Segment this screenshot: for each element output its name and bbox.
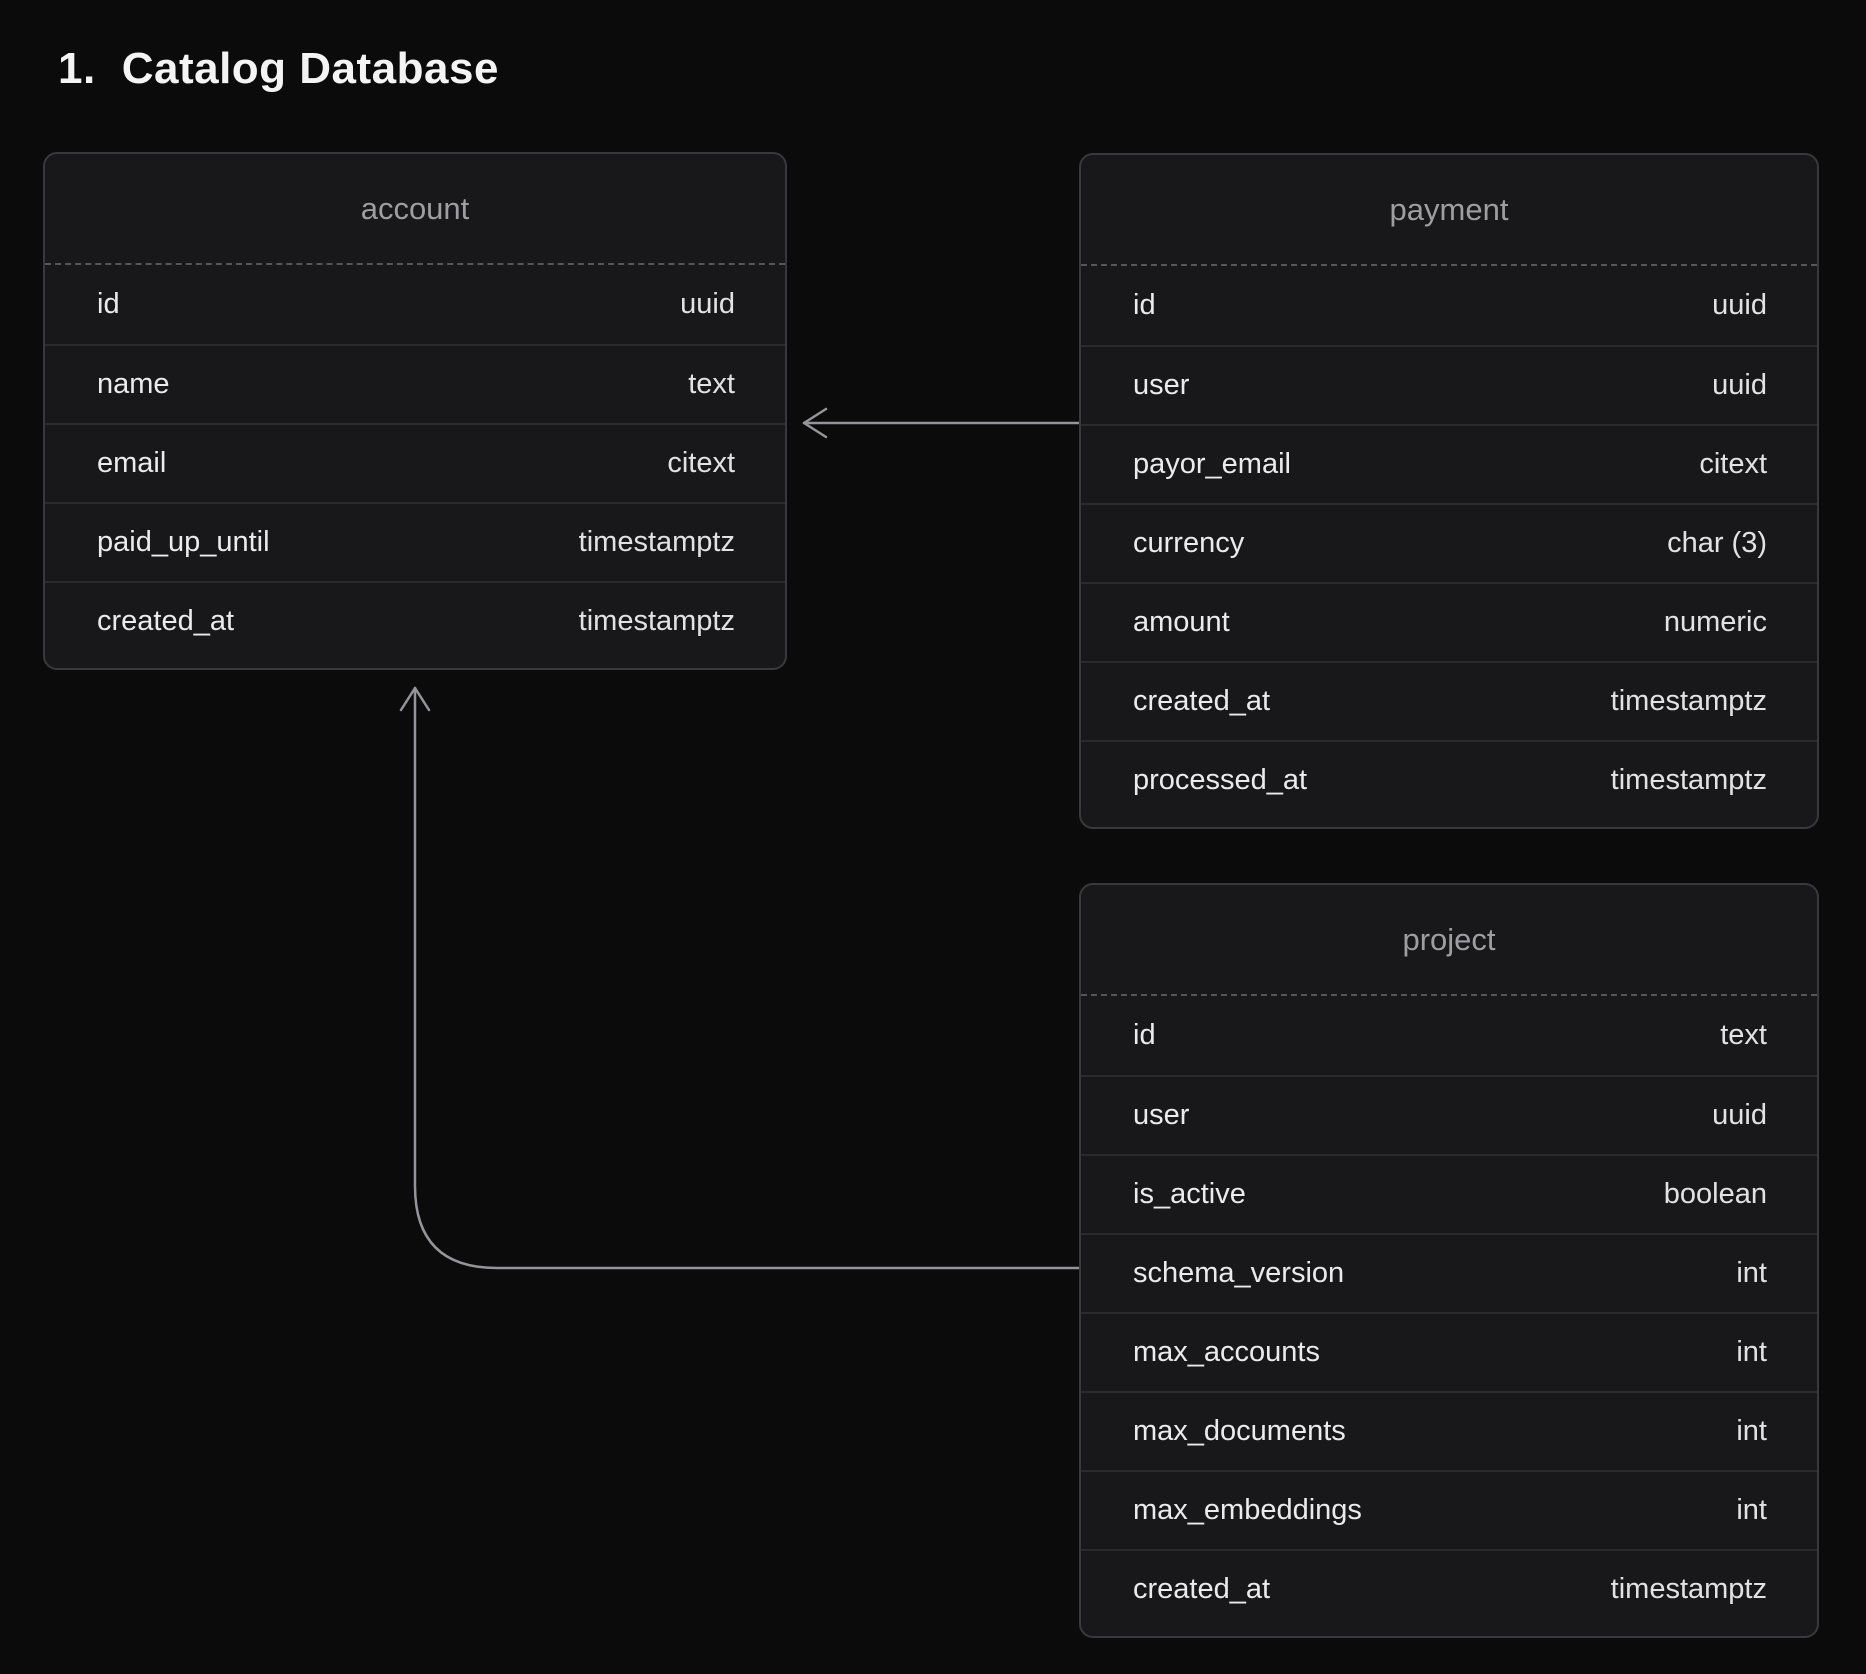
table-row: max_embeddings int	[1081, 1470, 1817, 1549]
column-name: created_at	[1133, 685, 1270, 718]
column-type: timestamptz	[579, 526, 735, 559]
arrowhead-up-icon	[401, 688, 429, 710]
column-type: int	[1736, 1415, 1767, 1448]
table-row: processed_at timestamptz	[1081, 740, 1817, 819]
column-name: id	[97, 288, 120, 321]
column-type: uuid	[1712, 1099, 1767, 1132]
column-type: citext	[667, 447, 735, 480]
column-name: name	[97, 368, 170, 401]
column-name: id	[1133, 1019, 1156, 1052]
column-type: citext	[1699, 448, 1767, 481]
table-row: paid_up_until timestamptz	[45, 502, 785, 581]
column-type: text	[1720, 1019, 1767, 1052]
table-row: max_documents int	[1081, 1391, 1817, 1470]
table-header: project	[1081, 885, 1817, 996]
column-name: email	[97, 447, 166, 480]
table-row: created_at timestamptz	[1081, 661, 1817, 740]
column-type: text	[688, 368, 735, 401]
page-title-text: Catalog Database	[122, 44, 499, 94]
table-row: email citext	[45, 423, 785, 502]
column-name: created_at	[97, 605, 234, 638]
arrowhead-left-icon	[804, 409, 826, 437]
table-row: currency char (3)	[1081, 503, 1817, 582]
table-row: max_accounts int	[1081, 1312, 1817, 1391]
column-name: id	[1133, 289, 1156, 322]
table-payment[interactable]: payment id uuid user uuid payor_email citext cu…	[1079, 153, 1819, 829]
column-name: max_embeddings	[1133, 1494, 1362, 1527]
table-row: is_active boolean	[1081, 1154, 1817, 1233]
column-name: schema_version	[1133, 1257, 1344, 1290]
column-type: timestamptz	[579, 605, 735, 638]
table-row: created_at timestamptz	[1081, 1549, 1817, 1628]
table-row: payor_email citext	[1081, 424, 1817, 503]
column-name: paid_up_until	[97, 526, 270, 559]
column-type: timestamptz	[1611, 764, 1767, 797]
column-name: max_accounts	[1133, 1336, 1320, 1369]
column-type: uuid	[680, 288, 735, 321]
column-name: is_active	[1133, 1178, 1246, 1211]
column-type: int	[1736, 1336, 1767, 1369]
column-type: char (3)	[1667, 527, 1767, 560]
column-type: uuid	[1712, 369, 1767, 402]
column-type: uuid	[1712, 289, 1767, 322]
column-type: timestamptz	[1611, 1573, 1767, 1606]
column-name: user	[1133, 369, 1189, 402]
column-type: int	[1736, 1494, 1767, 1527]
column-name: payor_email	[1133, 448, 1291, 481]
table-row: id uuid	[45, 265, 785, 344]
column-name: user	[1133, 1099, 1189, 1132]
table-row: id text	[1081, 996, 1817, 1075]
table-row: schema_version int	[1081, 1233, 1817, 1312]
table-row: amount numeric	[1081, 582, 1817, 661]
table-project[interactable]: project id text user uuid is_active boolean sch…	[1079, 883, 1819, 1638]
column-name: max_documents	[1133, 1415, 1346, 1448]
page-title: 1. Catalog Database	[58, 44, 499, 94]
relationship-arrow-payment-account	[804, 409, 1079, 437]
column-type: int	[1736, 1257, 1767, 1290]
relationship-arrow-project-account	[401, 688, 1079, 1268]
diagram-canvas: 1. Catalog Database account id uuid name tex…	[0, 0, 1866, 1674]
table-row: user uuid	[1081, 345, 1817, 424]
table-account[interactable]: account id uuid name text email citext paid_up_…	[43, 152, 787, 670]
table-header: account	[45, 154, 785, 265]
table-row: user uuid	[1081, 1075, 1817, 1154]
column-name: amount	[1133, 606, 1230, 639]
table-row: created_at timestamptz	[45, 581, 785, 660]
column-type: boolean	[1664, 1178, 1767, 1211]
table-header: payment	[1081, 155, 1817, 266]
column-name: created_at	[1133, 1573, 1270, 1606]
table-row: name text	[45, 344, 785, 423]
column-name: currency	[1133, 527, 1244, 560]
column-name: processed_at	[1133, 764, 1307, 797]
page-title-number: 1.	[58, 44, 96, 94]
column-type: timestamptz	[1611, 685, 1767, 718]
table-row: id uuid	[1081, 266, 1817, 345]
column-type: numeric	[1664, 606, 1767, 639]
